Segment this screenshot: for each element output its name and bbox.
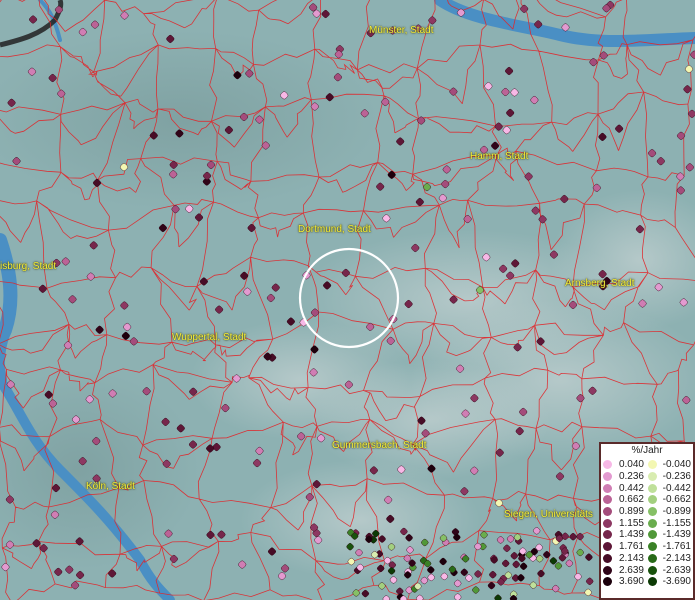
legend-row: 1.439 -1.439 [603, 529, 691, 541]
legend-swatch-positive [603, 460, 612, 470]
legend-row: 0.662 -0.662 [603, 494, 691, 506]
legend-swatch-positive [603, 495, 612, 505]
legend-value-negative: -1.439 [662, 529, 691, 541]
legend-value-negative: -1.155 [662, 517, 691, 529]
legend-value-negative: -0.899 [662, 506, 691, 518]
legend-swatch-positive [603, 577, 612, 587]
legend-swatch-negative [648, 565, 657, 575]
legend-swatch-positive [603, 542, 612, 552]
map-view[interactable]: Münster, Stadt Hamm, Stadt Dortmund, Sta… [0, 0, 695, 600]
legend-value-positive: 0.442 [618, 482, 644, 494]
legend-value-positive: 3.690 [618, 576, 644, 588]
legend-row: 0.236 -0.236 [603, 471, 691, 483]
legend-value-negative: -2.143 [662, 552, 691, 564]
legend-row: 1.155 -1.155 [603, 517, 691, 529]
legend-value-positive: 0.899 [618, 506, 644, 518]
legend-value-positive: 0.662 [618, 494, 644, 506]
city-label-duisburg: isburg, Stadt [0, 261, 57, 272]
legend-value-negative: -3.690 [662, 576, 691, 588]
legend-value-negative: -0.040 [662, 459, 691, 471]
legend-value-positive: 0.236 [618, 471, 644, 483]
legend-swatch-negative [648, 507, 657, 517]
legend-swatch-positive [603, 507, 612, 517]
legend-value-positive: 1.155 [618, 517, 644, 529]
legend-value-negative: -0.662 [662, 494, 691, 506]
legend-value-negative: -0.236 [662, 471, 691, 483]
legend-value-positive: 0.040 [618, 459, 644, 471]
legend-swatch-negative [648, 483, 657, 493]
legend-row: 0.442 -0.442 [603, 482, 691, 494]
legend-swatch-positive [603, 565, 612, 575]
legend-row: 2.639 -2.639 [603, 564, 691, 576]
legend-value-negative: -1.761 [662, 541, 691, 553]
legend-swatch-positive [603, 518, 612, 528]
legend-value-negative: -0.442 [662, 482, 691, 494]
city-label-hamm: Hamm, Stadt [470, 151, 529, 162]
legend-swatch-negative [648, 460, 657, 470]
city-label-dortmund: Dortmund, Stadt [298, 224, 371, 235]
legend-swatch-negative [648, 530, 657, 540]
legend-value-positive: 1.439 [618, 529, 644, 541]
legend-value-positive: 1.761 [618, 541, 644, 553]
city-label-siegen: Siegen, Universitäts [504, 509, 593, 520]
legend-row: 0.040 -0.040 [603, 459, 691, 471]
legend-value-positive: 2.143 [618, 552, 644, 564]
legend-swatch-negative [648, 553, 657, 563]
legend-title: %/Jahr [631, 445, 663, 456]
legend-row: 2.143 -2.143 [603, 553, 691, 565]
legend-swatch-negative [648, 518, 657, 528]
legend-value-negative: -2.639 [662, 564, 691, 576]
city-label-koeln: Köln, Stadt [86, 481, 135, 492]
city-label-wuppertal: Wuppertal, Stadt [172, 332, 247, 343]
legend: %/Jahr 0.040 -0.040 0.236 -0.236 0.442 -0.442… [599, 442, 695, 600]
legend-row: 0.899 -0.899 [603, 506, 691, 518]
legend-swatch-negative [648, 577, 657, 587]
city-label-arnsberg: Arnsberg, Stadt [565, 278, 635, 289]
city-label-gummersbach: Gummersbach, Stadt [332, 440, 427, 451]
legend-swatch-positive [603, 472, 612, 482]
legend-swatch-negative [648, 472, 657, 482]
legend-rows: 0.040 -0.040 0.236 -0.236 0.442 -0.442 0.662 -0… [603, 459, 691, 588]
legend-row: 1.761 -1.761 [603, 541, 691, 553]
legend-swatch-positive [603, 530, 612, 540]
legend-row: 3.690 -3.690 [603, 576, 691, 588]
legend-swatch-positive [603, 553, 612, 563]
legend-swatch-negative [648, 542, 657, 552]
legend-swatch-positive [603, 483, 612, 493]
city-label-muenster: Münster, Stadt [369, 25, 434, 36]
legend-swatch-negative [648, 495, 657, 505]
legend-value-positive: 2.639 [618, 564, 644, 576]
